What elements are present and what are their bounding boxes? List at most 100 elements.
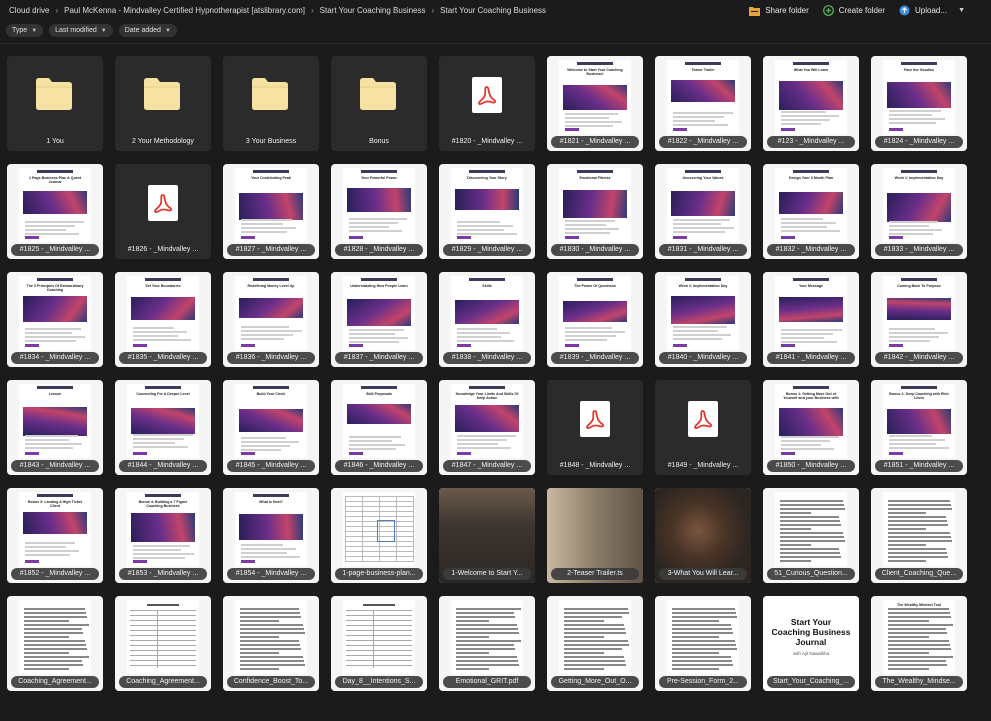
- top-bar: Cloud drive › Paul McKenna - Mindvalley …: [0, 0, 991, 24]
- banner-image: [455, 189, 519, 210]
- pdf-icon: [472, 77, 502, 113]
- file-name-label: Start_Your_Coaching_...: [767, 676, 855, 688]
- file-tile[interactable]: Set Your Boundaries #1835 - _Mindvalley .…: [115, 272, 211, 367]
- file-name-label: 1 You: [46, 138, 64, 145]
- file-tile[interactable]: 2-Teaser Trailer.ts: [547, 488, 643, 583]
- file-tile[interactable]: Connecting For A Deeper Level #1844 - _Mi…: [115, 380, 211, 475]
- file-tile[interactable]: #1848 - _Mindvalley ...: [547, 380, 643, 475]
- file-name-label: #1832 - _Mindvalley ...: [767, 244, 855, 256]
- file-tile[interactable]: Day_8__Intentions_S...: [331, 596, 427, 691]
- filter-last-modified-label: Last modified: [55, 27, 97, 34]
- file-tile[interactable]: 2 Your Methodology: [115, 56, 211, 151]
- file-tile[interactable]: Confidence_Boost_To...: [223, 596, 319, 691]
- share-folder-button[interactable]: Share folder: [749, 5, 809, 16]
- file-tile[interactable]: Your Powerful Power #1828 - _Mindvalley .…: [331, 164, 427, 259]
- share-folder-label: Share folder: [765, 6, 809, 15]
- document-title: Emotional Fitness: [579, 176, 611, 180]
- file-tile[interactable]: Your Contributing Peak #1827 - _Mindvalle…: [223, 164, 319, 259]
- file-tile[interactable]: Face the Goodies #1824 - _Mindvalley ...: [871, 56, 967, 151]
- file-tile[interactable]: Teaser Trailer #1822 - _Mindvalley ...: [655, 56, 751, 151]
- file-name-label: Coaching_Agreement...: [11, 676, 99, 688]
- file-tile[interactable]: 51_Curious_Question...: [763, 488, 859, 583]
- document-title: Your Message: [798, 284, 824, 288]
- file-name-label: #1848 - _Mindvalley ...: [559, 462, 631, 469]
- file-tile[interactable]: 1 Page Business Plan & Quest Journal #182…: [7, 164, 103, 259]
- file-tile[interactable]: Uncovering Your Values #1831 - _Mindvalle…: [655, 164, 751, 259]
- file-name-label: 3 Your Business: [245, 138, 297, 145]
- breadcrumb-item-cloud-drive[interactable]: Cloud drive: [9, 6, 49, 15]
- document-thumbnail: The Power Of Questions: [559, 276, 631, 350]
- file-tile[interactable]: Week 1: Implementation Day #1833 - _Mindv…: [871, 164, 967, 259]
- document-title: 1 Page Business Plan & Quest Journal: [29, 176, 81, 185]
- file-tile[interactable]: Bonus 3: Landing A High Ticket Client #18…: [7, 488, 103, 583]
- document-title: Set Your Boundaries: [145, 284, 181, 288]
- file-tile[interactable]: 1-Welcome to Start Y...: [439, 488, 535, 583]
- filter-date-added-label: Date added: [124, 27, 161, 34]
- file-tile[interactable]: Bonus 2: Deep Coaching with Rich Litvin #…: [871, 380, 967, 475]
- file-tile[interactable]: The Wealthy Mindset Tool The_Wealthy_Mind…: [871, 596, 967, 691]
- file-tile[interactable]: Start Your Coaching Business Journal with…: [763, 596, 859, 691]
- file-tile[interactable]: Skill Proposals #1846 - _Mindvalley ...: [331, 380, 427, 475]
- breadcrumb-item-current[interactable]: Start Your Coaching Business: [440, 6, 546, 15]
- file-tile[interactable]: Bonus: [331, 56, 427, 151]
- file-tile[interactable]: What You Will Learn #123 - _Mindvalley ..…: [763, 56, 859, 151]
- share-folder-icon: [749, 5, 761, 16]
- document-title: Skills: [482, 284, 492, 288]
- file-tile[interactable]: Redefining Money Level Up #1836 - _Mindva…: [223, 272, 319, 367]
- filter-last-modified[interactable]: Last modified ▼: [49, 24, 113, 37]
- banner-image: [779, 192, 843, 214]
- breadcrumb-item-course[interactable]: Paul McKenna - Mindvalley Certified Hypn…: [64, 6, 305, 15]
- file-tile[interactable]: Discovering Your Story #1829 - _Mindvalle…: [439, 164, 535, 259]
- file-name-label: Emotional_GRIT.pdf: [443, 676, 531, 688]
- file-tile[interactable]: Understanding How People Learn #1837 - _M…: [331, 272, 427, 367]
- breadcrumb-item-folder[interactable]: Start Your Coaching Business: [320, 6, 426, 15]
- file-name-label: #1838 - _Mindvalley ...: [443, 352, 531, 364]
- file-tile[interactable]: Coming Back To Purpose #1842 - _Mindvalle…: [871, 272, 967, 367]
- file-tile[interactable]: Pre-Session_Form_2...: [655, 596, 751, 691]
- filter-type[interactable]: Type ▼: [6, 24, 44, 37]
- create-folder-button[interactable]: Create folder: [822, 5, 885, 16]
- file-tile[interactable]: Emotional_GRIT.pdf: [439, 596, 535, 691]
- file-tile[interactable]: Coaching_Agreement...: [115, 596, 211, 691]
- file-tile[interactable]: 1 You: [7, 56, 103, 151]
- file-tile[interactable]: Bonus 1: Getting More Out of Yourself an…: [763, 380, 859, 475]
- file-tile[interactable]: #1820 - _Mindvalley ...: [439, 56, 535, 151]
- file-name-label: #123 - _Mindvalley ...: [767, 136, 855, 148]
- file-tile[interactable]: 1-page-business-plan...: [331, 488, 427, 583]
- file-tile[interactable]: 3-What You Will Lear...: [655, 488, 751, 583]
- document-title: The Power Of Questions: [574, 284, 616, 288]
- document-title: Week 2: Implementation Day: [678, 284, 728, 288]
- file-tile[interactable]: Build Your Circle #1845 - _Mindvalley ...: [223, 380, 319, 475]
- file-tile[interactable]: The 3 Principles Of Extraordinary Coachi…: [7, 272, 103, 367]
- document-title: Week 1: Implementation Day: [894, 176, 944, 180]
- banner-image: [779, 297, 843, 322]
- file-tile[interactable]: Bonus 4: Building a 7 Figure Coaching Bu…: [115, 488, 211, 583]
- banner-image: [455, 300, 519, 324]
- file-tile[interactable]: Emotional Fitness #1830 - _Mindvalley ...: [547, 164, 643, 259]
- file-tile[interactable]: #1826 - _Mindvalley ...: [115, 164, 211, 259]
- file-tile[interactable]: Getting_More_Out_O...: [547, 596, 643, 691]
- upload-button[interactable]: Upload... ▼: [899, 5, 965, 16]
- file-tile[interactable]: Knowledge Your Limits And Skills Of Deep…: [439, 380, 535, 475]
- document-thumbnail: Coming Back To Purpose: [883, 276, 955, 350]
- file-tile[interactable]: Welcome to Start Your Coaching Business!…: [547, 56, 643, 151]
- file-tile[interactable]: #1849 - _Mindvalley ...: [655, 380, 751, 475]
- file-tile[interactable]: Client_Coaching_Que...: [871, 488, 967, 583]
- file-name-label: Pre-Session_Form_2...: [659, 676, 747, 688]
- file-tile[interactable]: 3 Your Business: [223, 56, 319, 151]
- document-thumbnail: Bonus 3: Landing A High Ticket Client: [19, 492, 91, 566]
- file-tile[interactable]: The Power Of Questions #1839 - _Mindvalle…: [547, 272, 643, 367]
- document-thumbnail: Welcome to Start Your Coaching Business!: [559, 60, 631, 134]
- file-tile[interactable]: Skills #1838 - _Mindvalley ...: [439, 272, 535, 367]
- file-name-label: #1845 - _Mindvalley ...: [227, 460, 315, 472]
- file-tile[interactable]: Lesson #1843 - _Mindvalley ...: [7, 380, 103, 475]
- filter-date-added[interactable]: Date added ▼: [118, 24, 177, 37]
- file-name-label: #1854 - _Mindvalley ...: [227, 568, 315, 580]
- file-name-label: #1829 - _Mindvalley ...: [443, 244, 531, 256]
- file-tile[interactable]: Your Message #1841 - _Mindvalley ...: [763, 272, 859, 367]
- chevron-down-icon[interactable]: ▼: [958, 7, 965, 14]
- file-tile[interactable]: Design Your 3 Month Plan #1832 - _Mindval…: [763, 164, 859, 259]
- file-tile[interactable]: What Is Next? #1854 - _Mindvalley ...: [223, 488, 319, 583]
- file-tile[interactable]: Coaching_Agreement...: [7, 596, 103, 691]
- file-tile[interactable]: Week 2: Implementation Day #1840 - _Mindv…: [655, 272, 751, 367]
